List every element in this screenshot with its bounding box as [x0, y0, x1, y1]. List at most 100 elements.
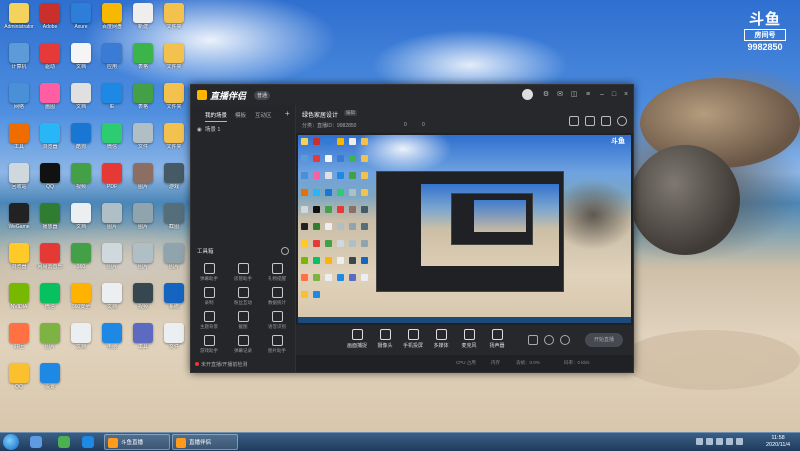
desktop-icon[interactable]: 文档 [66, 323, 96, 361]
desktop-icon[interactable]: 网络 [4, 83, 34, 121]
desktop-icon[interactable]: 系统 [159, 283, 189, 321]
source-control[interactable]: 摄像头 [372, 329, 398, 349]
source-control[interactable]: 多媒体 [428, 329, 454, 349]
desktop-icon[interactable]: 文件 [128, 123, 158, 161]
source-control[interactable]: 画面捕捉 [344, 329, 370, 349]
desktop-icon[interactable]: 工具 [128, 323, 158, 361]
tray-icon[interactable] [706, 438, 713, 445]
desktop-icon[interactable]: 应用 [97, 43, 127, 81]
desktop-icon[interactable]: WeGame [4, 203, 34, 241]
toolbox-item[interactable]: 弹幕助手 [193, 263, 225, 287]
desktop-icon[interactable]: Axure [66, 3, 96, 41]
desktop-icon[interactable]: 文档 [66, 83, 96, 121]
message-icon[interactable]: ✉ [556, 91, 564, 99]
gear-icon[interactable] [560, 335, 570, 345]
start-live-button[interactable]: 开始直播 [585, 333, 623, 347]
desktop-icon[interactable]: 图片 [159, 243, 189, 281]
desktop-icon[interactable]: Administrator [4, 3, 34, 41]
desktop-icon[interactable]: 表格 [128, 43, 158, 81]
source-control[interactable]: 麦克风 [456, 329, 482, 349]
tab-templates[interactable]: 模板 [235, 111, 246, 119]
toolbox-item[interactable]: 主题背景 [193, 311, 225, 335]
desktop-icon[interactable]: 浏览器 [35, 123, 65, 161]
desktop-icon[interactable]: QQ [4, 363, 34, 401]
desktop-icon[interactable]: PDF [97, 163, 127, 201]
share-icon[interactable] [617, 116, 627, 126]
desktop-icon[interactable]: 播放器 [35, 203, 65, 241]
toolbox-toggle-icon[interactable] [281, 247, 289, 255]
desktop-icon[interactable]: 网易云音乐 [35, 243, 65, 281]
record-icon[interactable] [601, 116, 611, 126]
desktop-icon[interactable]: 图片 [128, 163, 158, 201]
desktop-icon[interactable]: 文档 [97, 283, 127, 321]
desktop-icon[interactable]: 图片 [128, 243, 158, 281]
toolbox-item[interactable]: 粉丝互动 [227, 287, 259, 311]
desktop-icon[interactable]: 360安全 [66, 283, 96, 321]
desktop-icon[interactable]: 截图 [159, 203, 189, 241]
eye-icon[interactable]: ◉ [197, 127, 202, 133]
source-control[interactable]: 手机投屏 [400, 329, 426, 349]
toolbox-item[interactable]: 房管助手 [227, 263, 259, 287]
volume-icon[interactable] [544, 335, 554, 345]
desktop-icon[interactable]: 图片 [97, 203, 127, 241]
camera-small-icon[interactable] [528, 335, 538, 345]
volume-tray-icon[interactable] [726, 438, 733, 445]
toolbox-item[interactable]: 语音识别 [261, 311, 293, 335]
user-level-badge[interactable]: 普通 [254, 91, 271, 100]
tray-icon[interactable] [696, 438, 703, 445]
desktop-icon[interactable]: 文件夹 [159, 43, 189, 81]
clock[interactable]: 11:58 2020/11/4 [766, 435, 790, 449]
desktop-icon[interactable]: QQ [35, 163, 65, 201]
desktop-icon[interactable]: 文件夹 [159, 83, 189, 121]
desktop-icon[interactable]: 驱动 [35, 43, 65, 81]
desktop-icon[interactable]: 回收站 [4, 163, 34, 201]
desktop-icon[interactable]: 电脑 [97, 323, 127, 361]
desktop-icon[interactable]: Adobe [35, 3, 65, 41]
skin-icon[interactable]: ◫ [570, 91, 578, 99]
desktop-icon[interactable]: 微信 [35, 283, 65, 321]
edit-room-button[interactable]: 编辑 [344, 110, 357, 116]
minimize-icon[interactable]: – [598, 91, 606, 99]
task-live-companion[interactable]: 直播伴侣 [172, 434, 238, 450]
app-titlebar[interactable]: 直播伴侣 普通 ⚙ ✉ ◫ ≡ – □ × [191, 85, 633, 105]
source-control[interactable]: 扬声器 [484, 329, 510, 349]
network-icon[interactable] [716, 438, 723, 445]
tab-my-scenes[interactable]: 我的场景 [205, 111, 228, 122]
screenshot-icon[interactable] [569, 116, 579, 126]
toolbox-item[interactable]: 录制 [193, 287, 225, 311]
desktop-icon[interactable]: 表格 [128, 83, 158, 121]
toolbox-item[interactable]: 弹幕记录 [227, 335, 259, 359]
live-companion-window[interactable]: 直播伴侣 普通 ⚙ ✉ ◫ ≡ – □ × 我的场景 模板 互动区 + ◉ 场景… [190, 84, 634, 373]
desktop-icon[interactable]: 计算机 [4, 43, 34, 81]
desktop-icon[interactable]: 酷狗 [66, 123, 96, 161]
add-scene-icon[interactable]: + [285, 109, 290, 118]
close-icon[interactable]: × [622, 91, 630, 99]
menu-icon[interactable]: ≡ [584, 91, 592, 99]
desktop-icon[interactable]: 视频 [66, 163, 96, 201]
explorer-icon[interactable] [30, 436, 42, 448]
desktop-icon[interactable]: 浏览器 [4, 243, 34, 281]
kugou-icon[interactable] [82, 436, 94, 448]
avatar[interactable] [522, 89, 533, 100]
toolbox-item[interactable]: 游戏助手 [193, 335, 225, 359]
desktop-icon[interactable]: 文档 [66, 43, 96, 81]
desktop-icon[interactable]: 360 [66, 243, 96, 281]
toolbox-item[interactable]: 截图 [227, 311, 259, 335]
settings-icon[interactable]: ⚙ [542, 91, 550, 99]
desktop-icon[interactable]: 设置 [35, 363, 65, 401]
desktop-icon[interactable]: 文档 [66, 203, 96, 241]
toolbox-item[interactable]: 图片助手 [261, 335, 293, 359]
desktop-icon[interactable]: 游戏 [159, 163, 189, 201]
toolbox-item[interactable]: 礼物提醒 [261, 263, 293, 287]
task-douyu[interactable]: 斗鱼直播 [104, 434, 170, 450]
desktop-icon[interactable]: 微信 [97, 123, 127, 161]
scene-item[interactable]: ◉ 场景 1 [197, 125, 220, 133]
desktop-icon[interactable]: 新建 [128, 3, 158, 41]
desktop-icon[interactable]: 文件夹 [159, 123, 189, 161]
desktop-icon[interactable]: 图片 [97, 243, 127, 281]
desktop-icon[interactable]: 文件 [159, 323, 189, 361]
desktop-icon[interactable]: NVIDIA [4, 283, 34, 321]
start-button[interactable] [3, 434, 19, 450]
lock-icon[interactable] [585, 116, 595, 126]
desktop-icon[interactable]: 百度网盘 [97, 3, 127, 41]
